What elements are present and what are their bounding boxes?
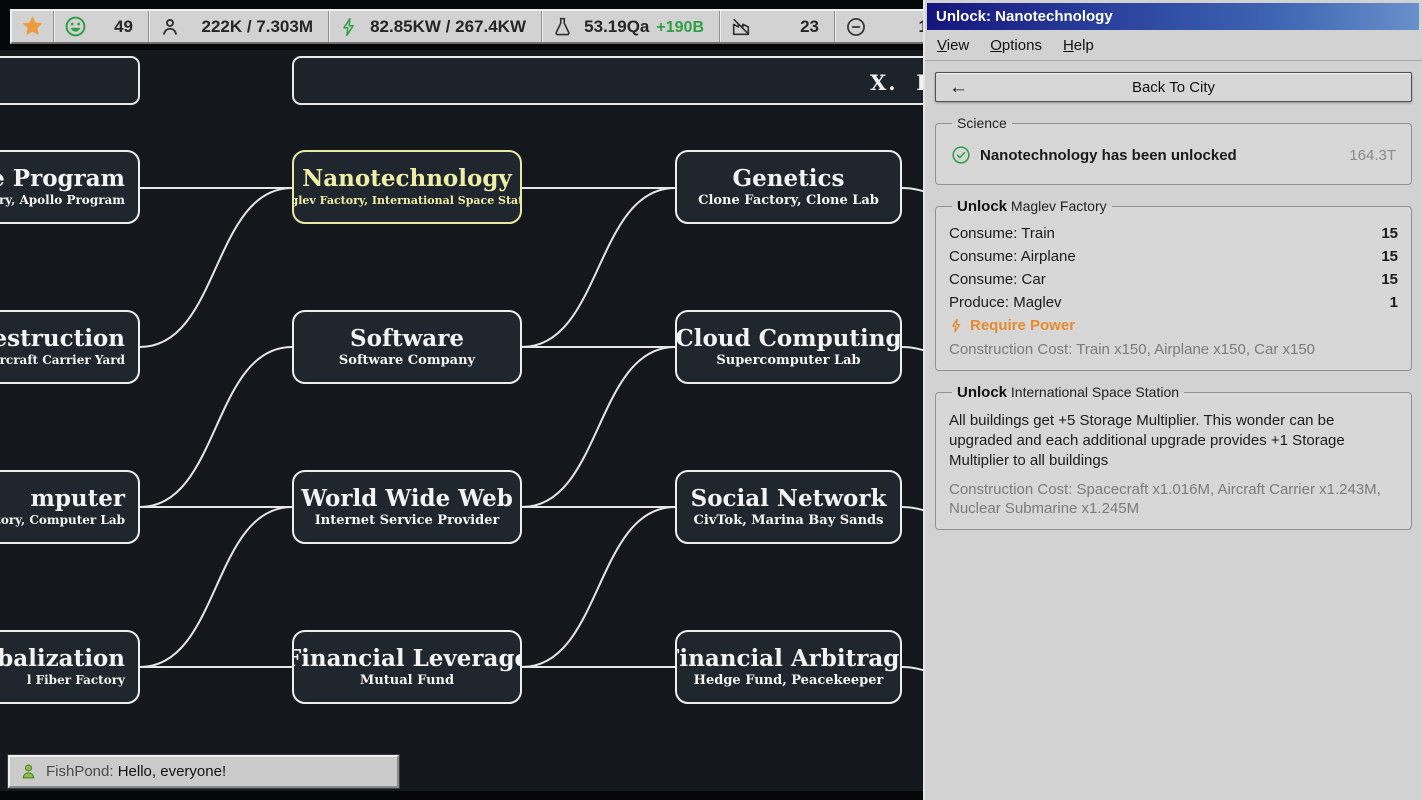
- menu-help[interactable]: Help: [1063, 37, 1094, 54]
- tech-node-cloud-computing[interactable]: Cloud Computing Supercomputer Lab: [675, 310, 902, 384]
- person-icon: [159, 16, 181, 38]
- game-screen: X. INF e Program actory, Apollo Program …: [0, 0, 1422, 800]
- panel-title: Unlock: Nanotechnology: [936, 8, 1113, 25]
- era-header-box: X. INF: [292, 56, 964, 105]
- science-unlock-message: Nanotechnology has been unlocked: [980, 146, 1237, 164]
- tech-node-financial-arbitrage[interactable]: Financial Arbitrage Hedge Fund, Peacekee…: [675, 630, 902, 704]
- flask-icon: [552, 16, 573, 37]
- tech-node-genetics[interactable]: Genetics Clone Factory, Clone Lab: [675, 150, 902, 224]
- tech-node-world-wide-web[interactable]: World Wide Web Internet Service Provider: [292, 470, 522, 544]
- check-circle-icon: [951, 145, 971, 165]
- science-delta: +190B: [656, 18, 704, 36]
- iss-box: Unlock International Space Station All b…: [935, 383, 1412, 530]
- iss-description: All buildings get +5 Storage Multiplier.…: [949, 411, 1345, 469]
- require-power-row: Require Power: [949, 314, 1398, 337]
- circle-minus-icon: [845, 16, 867, 38]
- era-box-partial: [0, 56, 140, 105]
- menu-view[interactable]: View: [937, 37, 969, 54]
- iss-construction-cost: Construction Cost: Spacecraft x1.016M, A…: [949, 480, 1381, 518]
- panel-menubar: View Options Help: [925, 30, 1422, 61]
- maglev-factory-box: Unlock Maglev Factory Consume: Train 15 C…: [935, 198, 1412, 371]
- tech-node-globalization[interactable]: balization l Fiber Factory: [0, 630, 140, 704]
- require-power-label: Require Power: [970, 317, 1076, 334]
- tech-node-assured-destruction[interactable]: sured Destruction ne Yard, Aircraft Carr…: [0, 310, 140, 384]
- unlock-panel: Unlock: Nanotechnology View Options Help…: [923, 0, 1422, 800]
- idle-buildings-value: 23: [800, 16, 819, 36]
- science-section-toolbar[interactable]: 53.19Qa +190B: [542, 11, 720, 42]
- tech-node-nanotechnology[interactable]: Nanotechnology Maglev Factory, Internati…: [292, 150, 522, 224]
- maglev-legend: Unlock Maglev Factory: [957, 198, 1107, 215]
- favorites-section[interactable]: [12, 11, 54, 42]
- tech-node-financial-leverage[interactable]: Financial Leverage Mutual Fund: [292, 630, 522, 704]
- science-value: 53.19Qa: [584, 16, 650, 36]
- tech-node-social-network[interactable]: Social Network CivTok, Marina Bay Sands: [675, 470, 902, 544]
- maglev-construction-cost: Construction Cost: Train x150, Airplane …: [949, 341, 1316, 358]
- power-value: 82.85KW / 267.4KW: [370, 16, 526, 36]
- chat-bar[interactable]: FishPond: Hello, everyone!: [8, 755, 399, 788]
- consume-airplane-row: Consume: Airplane 15: [949, 248, 1398, 265]
- status-toolbar: 49 222K / 7.303M 82.85KW / 267.4KW 53.19…: [10, 9, 945, 44]
- require-power-bolt-icon: [949, 318, 964, 333]
- tech-node-software[interactable]: Software Software Company: [292, 310, 522, 384]
- science-legend: Science: [957, 115, 1007, 131]
- chat-message: Hello, everyone!: [117, 763, 227, 780]
- science-cost-value: 164.3T: [1349, 146, 1396, 164]
- back-to-city-button[interactable]: ← Back To City: [935, 72, 1412, 102]
- chat-user-icon: [20, 763, 37, 780]
- population-value: 222K / 7.303M: [201, 16, 313, 36]
- consume-train-row: Consume: Train 15: [949, 225, 1398, 242]
- chat-username: FishPond:: [46, 763, 114, 780]
- power-bolt-icon: [339, 17, 359, 37]
- tech-node-computer[interactable]: mputer actory, Computer Lab: [0, 470, 140, 544]
- tech-node-space-program[interactable]: e Program actory, Apollo Program: [0, 150, 140, 224]
- science-unlock-box: Science Nanotechnology has been unlocked…: [935, 115, 1412, 185]
- happiness-section[interactable]: 49: [54, 11, 149, 42]
- back-to-city-label: Back To City: [1131, 78, 1216, 96]
- produce-maglev-row: Produce: Maglev 1: [949, 294, 1398, 311]
- star-icon: [20, 14, 45, 39]
- panel-titlebar[interactable]: Unlock: Nanotechnology: [927, 3, 1419, 30]
- factory-off-icon: [730, 16, 752, 38]
- smiley-icon: [64, 15, 87, 38]
- happiness-value: 49: [114, 16, 133, 36]
- power-section[interactable]: 82.85KW / 267.4KW: [329, 11, 542, 42]
- back-arrow-icon: ←: [949, 76, 968, 98]
- population-section[interactable]: 222K / 7.303M: [149, 11, 329, 42]
- iss-legend: Unlock International Space Station: [957, 383, 1180, 401]
- consume-car-row: Consume: Car 15: [949, 271, 1398, 288]
- idle-buildings-section[interactable]: 23: [720, 11, 835, 42]
- menu-options[interactable]: Options: [990, 37, 1042, 54]
